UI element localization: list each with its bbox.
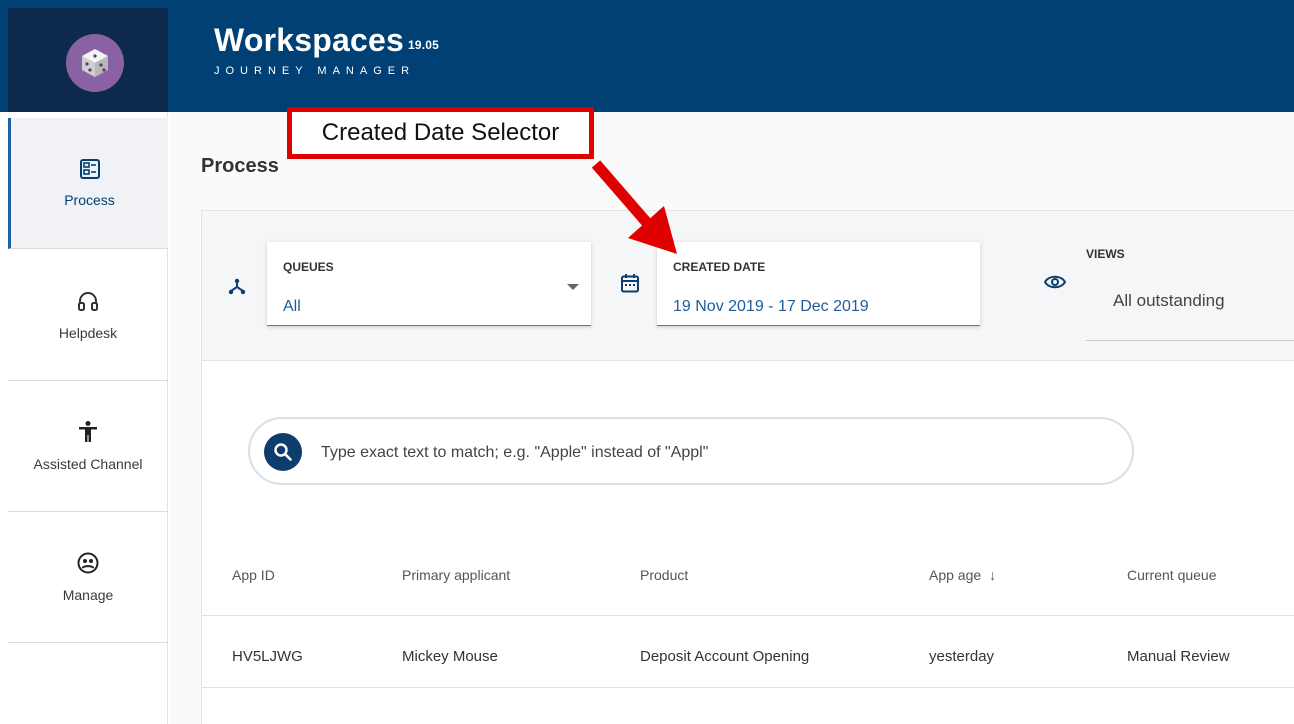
cell-primary-applicant: Mickey Mouse [402,648,498,665]
sort-arrow-icon: ↓ [989,567,997,583]
header-divider [202,615,1294,616]
views-select[interactable]: VIEWS All outstanding [1086,231,1294,341]
filter-bar: QUEUES All CREATED DATE 19 Nov 2019 - 17… [202,211,1294,361]
column-header-current-queue[interactable]: Current queue [1127,567,1217,583]
app-age-label: App age [929,567,982,583]
accessibility-icon [79,421,97,442]
queue-fork-icon [228,278,246,295]
queues-select[interactable]: QUEUES All [267,242,591,326]
headphones-icon [78,292,98,311]
top-header: Workspaces 19.05 JOURNEY MANAGER [0,0,1294,112]
created-date-caption: CREATED DATE [673,260,766,274]
cell-current-queue: Manual Review [1127,648,1230,665]
sidebar-item-assisted-channel[interactable]: Assisted Channel [8,381,168,512]
brand-title: Workspaces 19.05 [214,22,439,63]
sidebar-item-label: Process [64,192,115,208]
search-icon [274,443,292,461]
process-card: QUEUES All CREATED DATE 19 Nov 2019 - 17… [201,210,1294,724]
sidebar-item-label: Assisted Channel [33,456,143,472]
sidebar-item-helpdesk[interactable]: Helpdesk [8,250,168,381]
calendar-icon [621,274,639,293]
sidebar-item-manage[interactable]: Manage [8,512,168,643]
sidebar-item-label: Helpdesk [58,325,118,341]
app-version: 19.05 [407,38,439,52]
column-header-primary-applicant[interactable]: Primary applicant [402,567,510,583]
page-title: Process [201,155,279,177]
created-date-selector[interactable]: CREATED DATE 19 Nov 2019 - 17 Dec 2019 [657,242,980,326]
eye-icon [1044,275,1066,289]
cell-product: Deposit Account Opening [640,648,810,665]
annotation-callout: Created Date Selector [287,107,594,159]
main-content: Process QUEUES All CREATED DATE 19 Nov 2… [169,112,1294,724]
chevron-down-icon [567,284,579,290]
app-subtitle: JOURNEY MANAGER [214,65,416,77]
cell-app-age: yesterday [929,648,995,665]
cell-app-id: HV5LJWG [232,648,303,665]
logo-area[interactable] [8,8,168,112]
search-button[interactable] [264,433,302,471]
views-value: All outstanding [1113,291,1225,310]
column-header-app-age[interactable]: App age ↓ [929,567,996,583]
created-date-value: 19 Nov 2019 - 17 Dec 2019 [673,298,869,315]
search-placeholder: Type exact text to match; e.g. "Apple" i… [321,444,709,461]
views-caption: VIEWS [1086,247,1125,261]
sidebar-item-process[interactable]: Process [8,118,168,249]
sidebar: Process Helpdesk Assisted Channel Manage [8,112,168,724]
app-title: Workspaces [214,22,404,58]
column-header-product[interactable]: Product [640,567,688,583]
column-header-app-id[interactable]: App ID [232,567,275,583]
row-divider [202,687,1294,688]
app-screen: Workspaces 19.05 JOURNEY MANAGER Process … [0,0,1294,724]
sidebar-item-label: Manage [62,587,114,603]
queues-caption: QUEUES [283,260,334,274]
brand: Workspaces 19.05 JOURNEY MANAGER [214,22,439,77]
manage-icon [77,552,99,574]
process-icon [79,159,100,179]
queues-value: All [283,298,301,315]
search-input[interactable]: Type exact text to match; e.g. "Apple" i… [248,417,1134,485]
app-logo-icon [66,34,124,92]
